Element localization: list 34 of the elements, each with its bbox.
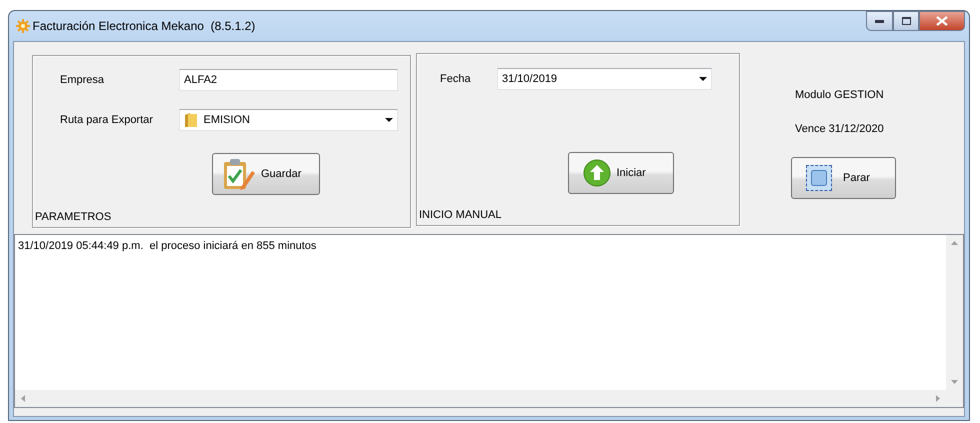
group-caption: INICIO MANUAL: [419, 208, 502, 222]
text-field[interactable]: ALFA2: [179, 69, 398, 91]
iniciar-button[interactable]: Iniciar: [568, 152, 674, 194]
window-title: Facturación Electronica Mekano (8.5.1.2): [32, 18, 256, 34]
maximize-icon: [902, 17, 910, 25]
group-caption: PARAMETROS: [35, 210, 112, 224]
field-label: Ruta para Exportar: [60, 112, 154, 128]
log-line: 31/10/2019 05:44:49 p.m. el proceso iniciará en 855 minutos: [18, 239, 316, 254]
horizontal-scrollbar[interactable]: [15, 390, 946, 407]
scroll-up-icon[interactable]: [951, 241, 958, 245]
stop-icon: [810, 170, 826, 186]
field-label: Fecha: [440, 72, 472, 87]
close-button[interactable]: [919, 11, 965, 31]
dropdown-field[interactable]: 31/10/2019: [497, 68, 712, 90]
minimize-icon: [875, 20, 884, 22]
scroll-down-icon[interactable]: [951, 380, 958, 384]
caret-icon: [699, 77, 707, 81]
maximize-button[interactable]: [893, 11, 919, 31]
close-icon: [936, 16, 948, 26]
clipboard-check-icon: [221, 157, 255, 191]
log-textbox[interactable]: 31/10/2019 05:44:49 p.m. el proceso iniciará en 855 minutos: [14, 234, 964, 408]
expiry-label: Vence 31/12/2020: [795, 122, 885, 136]
minimize-button[interactable]: [866, 11, 893, 31]
caret-icon: [385, 118, 393, 122]
scroll-right-icon[interactable]: [936, 395, 940, 402]
folder-icon: [184, 112, 198, 128]
module-label: Modulo GESTION: [795, 88, 885, 103]
parar-button[interactable]: Parar: [791, 157, 896, 199]
guardar-button[interactable]: Guardar: [212, 153, 320, 195]
gear-icon: [16, 18, 30, 32]
vertical-scrollbar[interactable]: [946, 235, 963, 407]
dropdown-field[interactable]: EMISION: [179, 109, 398, 131]
field-label: Empresa: [60, 72, 106, 88]
scroll-left-icon[interactable]: [21, 395, 25, 402]
